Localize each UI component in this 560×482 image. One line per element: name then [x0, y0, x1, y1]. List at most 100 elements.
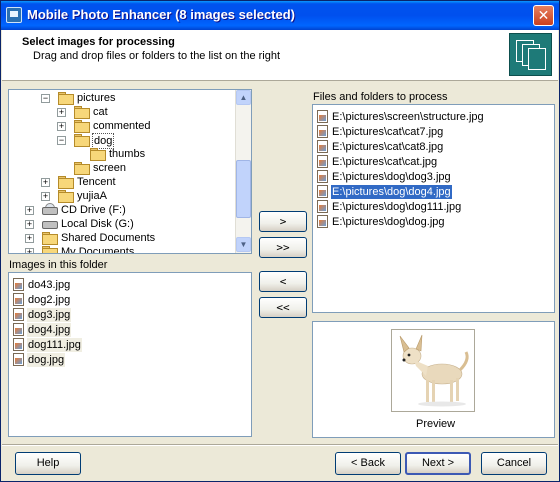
window-title: Mobile Photo Enhancer (8 images selected…: [27, 7, 296, 22]
header-title: Select images for processing: [22, 36, 175, 48]
expand-icon[interactable]: +: [41, 192, 50, 201]
tree-item-label: Shared Documents: [61, 232, 156, 244]
list-item-label: E:\pictures\cat\cat.jpg: [332, 156, 438, 168]
folder-tree[interactable]: − pictures + cat + commented − dog thumbs screen +…: [8, 89, 252, 254]
list-item-label: dog111.jpg: [27, 338, 82, 352]
list-item[interactable]: E:\pictures\cat\cat8.jpg: [317, 140, 444, 154]
list-item[interactable]: E:\pictures\dog\dog4.jpg: [317, 185, 452, 199]
image-file-icon: [317, 140, 328, 153]
list-item[interactable]: dog.jpg: [13, 353, 66, 367]
tree-item-label: screen: [93, 162, 127, 174]
images-in-folder-label: Images in this folder: [9, 259, 108, 271]
image-file-icon: [13, 323, 24, 336]
preview-label: Preview: [416, 418, 456, 430]
scroll-down-arrow-icon[interactable]: ▼: [236, 237, 251, 252]
list-item[interactable]: dog111.jpg: [13, 338, 82, 352]
folder-icon: [73, 119, 90, 133]
remove-selected-button[interactable]: <: [259, 271, 307, 292]
title-bar[interactable]: Mobile Photo Enhancer (8 images selected…: [1, 1, 559, 30]
add-selected-button[interactable]: >: [259, 211, 307, 232]
folder-icon: [73, 133, 90, 147]
list-item-label: E:\pictures\dog\dog.jpg: [332, 216, 445, 228]
tree-scrollbar[interactable]: ▲ ▼: [235, 90, 251, 253]
list-item[interactable]: E:\pictures\screen\structure.jpg: [317, 110, 485, 124]
tree-item[interactable]: + My Documents: [25, 245, 135, 254]
expand-icon[interactable]: +: [25, 220, 34, 229]
list-item[interactable]: E:\pictures\dog\dog.jpg: [317, 215, 446, 229]
list-item[interactable]: E:\pictures\dog\dog3.jpg: [317, 170, 452, 184]
image-file-icon: [317, 125, 328, 138]
scroll-thumb[interactable]: [236, 160, 251, 218]
expand-icon[interactable]: +: [57, 122, 66, 131]
tree-item-label: cat: [93, 106, 108, 118]
header-subtitle: Drag and drop files or folders to the li…: [33, 50, 281, 62]
list-item-label: dog.jpg: [27, 353, 66, 367]
image-file-icon: [317, 170, 328, 183]
expand-icon[interactable]: +: [25, 248, 34, 253]
image-file-icon: [317, 110, 328, 123]
footer-divider: [2, 444, 558, 446]
list-item[interactable]: dog3.jpg: [13, 308, 72, 322]
folder-icon: [73, 161, 90, 175]
tree-item[interactable]: + CD Drive (F:): [25, 203, 127, 217]
list-item[interactable]: do43.jpg: [13, 278, 71, 292]
next-button[interactable]: Next >: [405, 452, 471, 475]
image-file-icon: [13, 308, 24, 321]
files-to-process-list[interactable]: E:\pictures\screen\structure.jpg E:\pictu…: [312, 104, 555, 313]
list-item[interactable]: dog2.jpg: [13, 293, 71, 307]
tree-item[interactable]: − pictures: [41, 91, 117, 105]
expand-icon[interactable]: +: [25, 234, 34, 243]
close-button[interactable]: ✕: [533, 5, 554, 26]
images-in-folder-list[interactable]: do43.jpg dog2.jpg dog3.jpg dog4.jpg dog111.j…: [8, 272, 252, 437]
tree-item-label: thumbs: [109, 148, 146, 160]
app-icon: [6, 7, 22, 23]
tree-item[interactable]: screen: [73, 161, 127, 175]
tree-item-label: Tencent: [77, 176, 116, 188]
collapse-icon[interactable]: −: [41, 94, 50, 103]
list-item[interactable]: E:\pictures\cat\cat.jpg: [317, 155, 438, 169]
image-file-icon: [317, 200, 328, 213]
hard-drive-icon: [41, 217, 58, 229]
list-item-label: E:\pictures\cat\cat7.jpg: [332, 126, 444, 138]
tree-item-label: yujiaA: [77, 190, 107, 202]
expand-icon[interactable]: +: [25, 206, 34, 215]
list-item-label: E:\pictures\cat\cat8.jpg: [332, 141, 444, 153]
add-all-button[interactable]: >>: [259, 237, 307, 258]
stacked-photos-icon: [509, 33, 552, 76]
tree-item-label: pictures: [77, 92, 116, 104]
remove-all-button[interactable]: <<: [259, 297, 307, 318]
tree-item[interactable]: + Tencent: [41, 175, 117, 189]
list-item-label: dog3.jpg: [27, 308, 72, 322]
tree-item[interactable]: + yujiaA: [41, 189, 108, 203]
folder-icon: [57, 175, 74, 189]
tree-item-label: My Documents: [61, 246, 135, 254]
list-item-label: do43.jpg: [28, 279, 71, 291]
files-to-process-label: Files and folders to process: [313, 91, 448, 103]
tree-item[interactable]: − dog: [57, 133, 115, 149]
tree-item[interactable]: + Local Disk (G:): [25, 217, 135, 231]
back-button[interactable]: < Back: [335, 452, 401, 475]
scroll-up-arrow-icon[interactable]: ▲: [236, 90, 251, 105]
list-item[interactable]: E:\pictures\dog\dog111.jpg: [317, 200, 462, 214]
image-file-icon: [317, 215, 328, 228]
list-item-label: E:\pictures\dog\dog3.jpg: [332, 171, 451, 183]
tree-item[interactable]: + commented: [57, 119, 151, 133]
help-button[interactable]: Help: [15, 452, 81, 475]
folder-icon: [89, 147, 106, 161]
collapse-icon[interactable]: −: [57, 136, 66, 145]
list-item[interactable]: dog4.jpg: [13, 323, 72, 337]
cancel-button[interactable]: Cancel: [481, 452, 547, 475]
chihuahua-dog-photo: [391, 329, 475, 412]
folder-icon: [57, 189, 74, 203]
tree-item-label: Local Disk (G:): [61, 218, 134, 230]
dialog-window: Mobile Photo Enhancer (8 images selected…: [0, 0, 560, 482]
folder-icon: [41, 245, 58, 253]
tree-item[interactable]: + cat: [57, 105, 109, 119]
list-item-label: E:\pictures\dog\dog111.jpg: [332, 201, 462, 213]
expand-icon[interactable]: +: [41, 178, 50, 187]
expand-icon[interactable]: +: [57, 108, 66, 117]
list-item[interactable]: E:\pictures\cat\cat7.jpg: [317, 125, 444, 139]
tree-item[interactable]: + Shared Documents: [25, 231, 156, 245]
tree-item-label: CD Drive (F:): [61, 204, 126, 216]
tree-item[interactable]: thumbs: [89, 147, 146, 161]
